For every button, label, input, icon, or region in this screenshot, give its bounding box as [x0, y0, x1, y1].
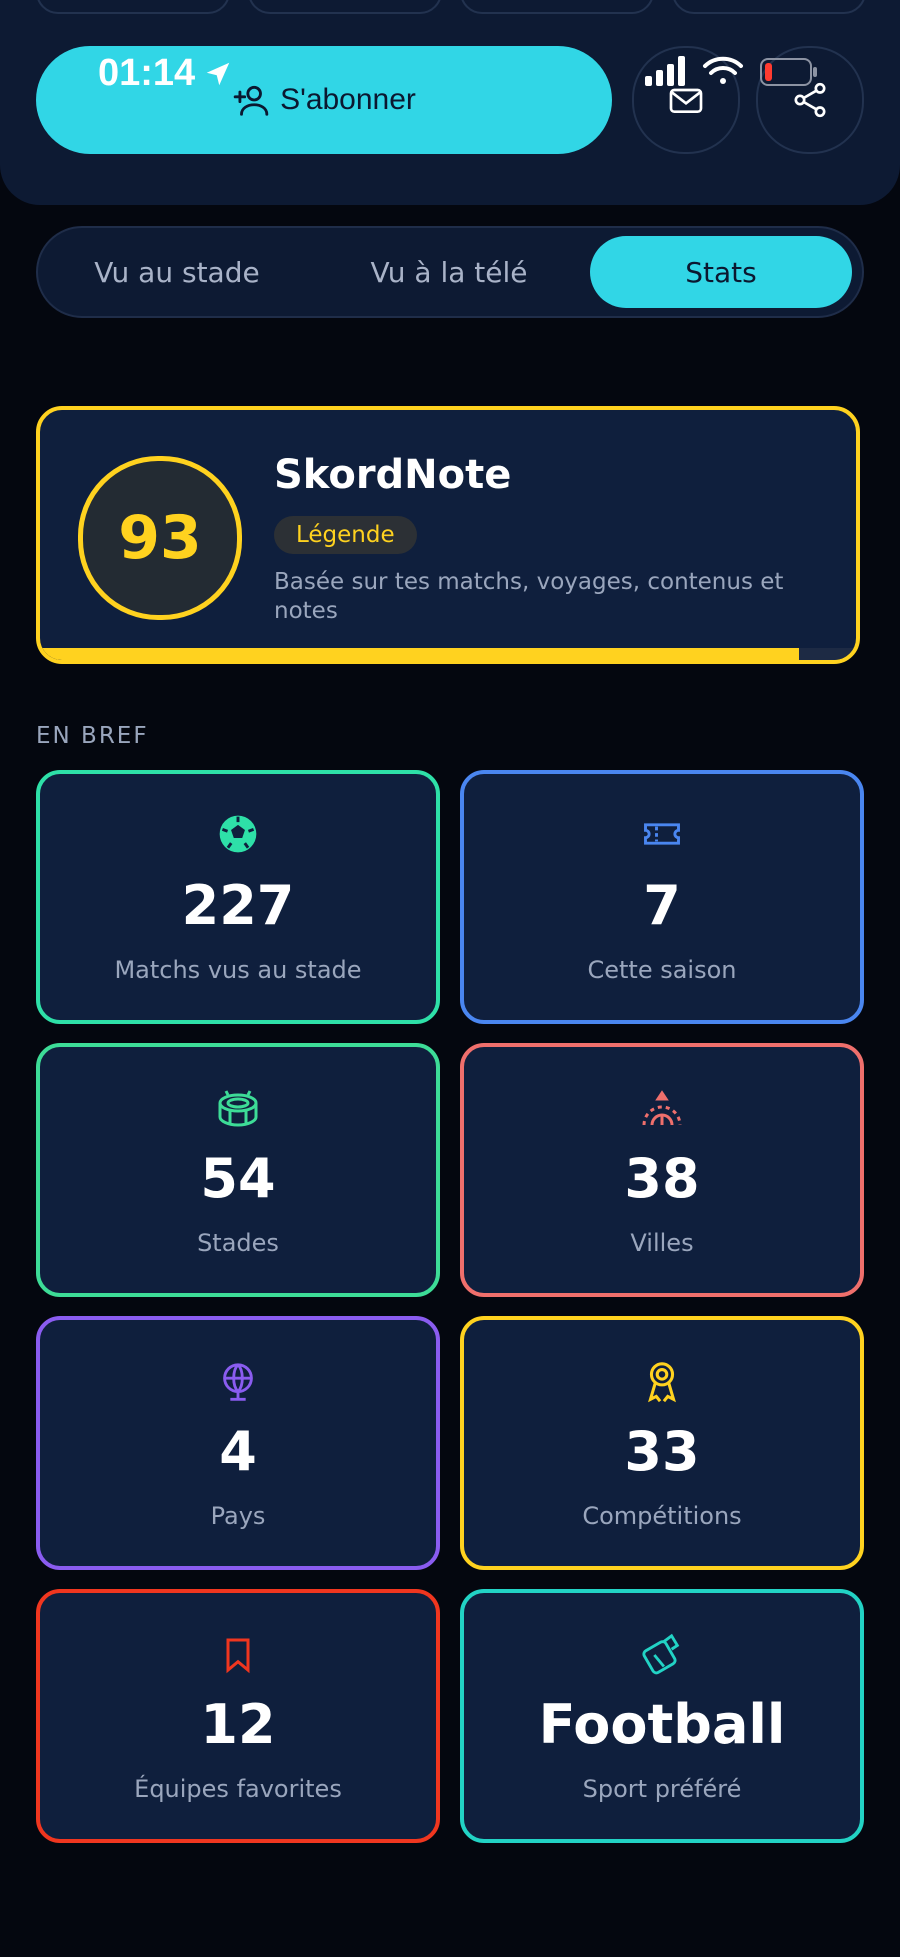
wifi-icon — [702, 56, 744, 90]
header-stub — [36, 0, 230, 14]
stat-tile-competitions[interactable]: 33 Compétitions — [460, 1316, 864, 1570]
stat-value: 54 — [200, 1147, 276, 1210]
location-arrow-icon — [203, 59, 233, 89]
ticket-icon — [464, 812, 860, 862]
stat-tile-countries[interactable]: 4 Pays — [36, 1316, 440, 1570]
level-badge: Légende — [274, 516, 417, 554]
battery-icon — [760, 58, 818, 90]
soccer-ball-icon — [40, 812, 436, 862]
stat-label: Cette saison — [587, 956, 737, 984]
stat-tile-matches[interactable]: 227 Matchs vus au stade — [36, 770, 440, 1024]
globe-icon — [40, 1358, 436, 1408]
add-user-icon — [232, 81, 270, 119]
score-progress-track — [40, 648, 856, 660]
stat-label: Équipes favorites — [134, 1775, 342, 1803]
score-value: 93 — [118, 503, 202, 573]
tab-tv[interactable]: Vu à la télé — [318, 236, 580, 308]
subscribe-label: S'abonner — [280, 83, 416, 116]
stat-label: Stades — [197, 1229, 279, 1257]
stat-value: 227 — [181, 874, 295, 937]
travel-arc-icon — [464, 1085, 860, 1135]
stat-value: 4 — [219, 1420, 257, 1483]
status-time: 01:14 — [98, 52, 233, 95]
stat-tile-favorite-sport[interactable]: Football Sport préféré — [460, 1589, 864, 1843]
header-stub — [460, 0, 654, 14]
stat-label: Villes — [630, 1229, 694, 1257]
stat-value: 38 — [624, 1147, 700, 1210]
stat-tile-stadiums[interactable]: 54 Stades — [36, 1043, 440, 1297]
stat-label: Sport préféré — [582, 1775, 742, 1803]
score-circle: 93 — [78, 456, 242, 620]
bookmark-icon — [40, 1631, 436, 1681]
view-tabs: Vu au stade Vu à la télé Stats — [36, 226, 864, 318]
stat-tile-season[interactable]: 7 Cette saison — [460, 770, 864, 1024]
stat-tile-favorite-teams[interactable]: 12 Équipes favorites — [36, 1589, 440, 1843]
tab-stadium[interactable]: Vu au stade — [46, 236, 308, 308]
header-panel: S'abonner 01:14 — [0, 0, 900, 205]
stat-value: Football — [538, 1693, 786, 1756]
stat-label: Matchs vus au stade — [114, 956, 362, 984]
medal-icon — [464, 1358, 860, 1408]
stat-value: 12 — [200, 1693, 276, 1756]
stadium-icon — [40, 1085, 436, 1135]
stat-value: 7 — [643, 874, 681, 937]
section-label: EN BREF — [36, 723, 149, 749]
skordnote-card: 93 SkordNote Légende Basée sur tes match… — [36, 406, 860, 664]
stat-value: 33 — [624, 1420, 700, 1483]
stat-tile-cities[interactable]: 38 Villes — [460, 1043, 864, 1297]
score-title: SkordNote — [274, 452, 512, 498]
tab-stats[interactable]: Stats — [590, 236, 852, 308]
whistle-icon — [464, 1631, 860, 1681]
stat-label: Compétitions — [582, 1502, 742, 1530]
header-stub — [672, 0, 866, 14]
header-stub — [248, 0, 442, 14]
signal-icon — [645, 56, 689, 90]
stat-label: Pays — [210, 1502, 266, 1530]
status-time-text: 01:14 — [98, 52, 196, 94]
score-description: Basée sur tes matchs, voyages, contenus … — [274, 569, 784, 624]
score-progress-fill — [40, 648, 799, 660]
